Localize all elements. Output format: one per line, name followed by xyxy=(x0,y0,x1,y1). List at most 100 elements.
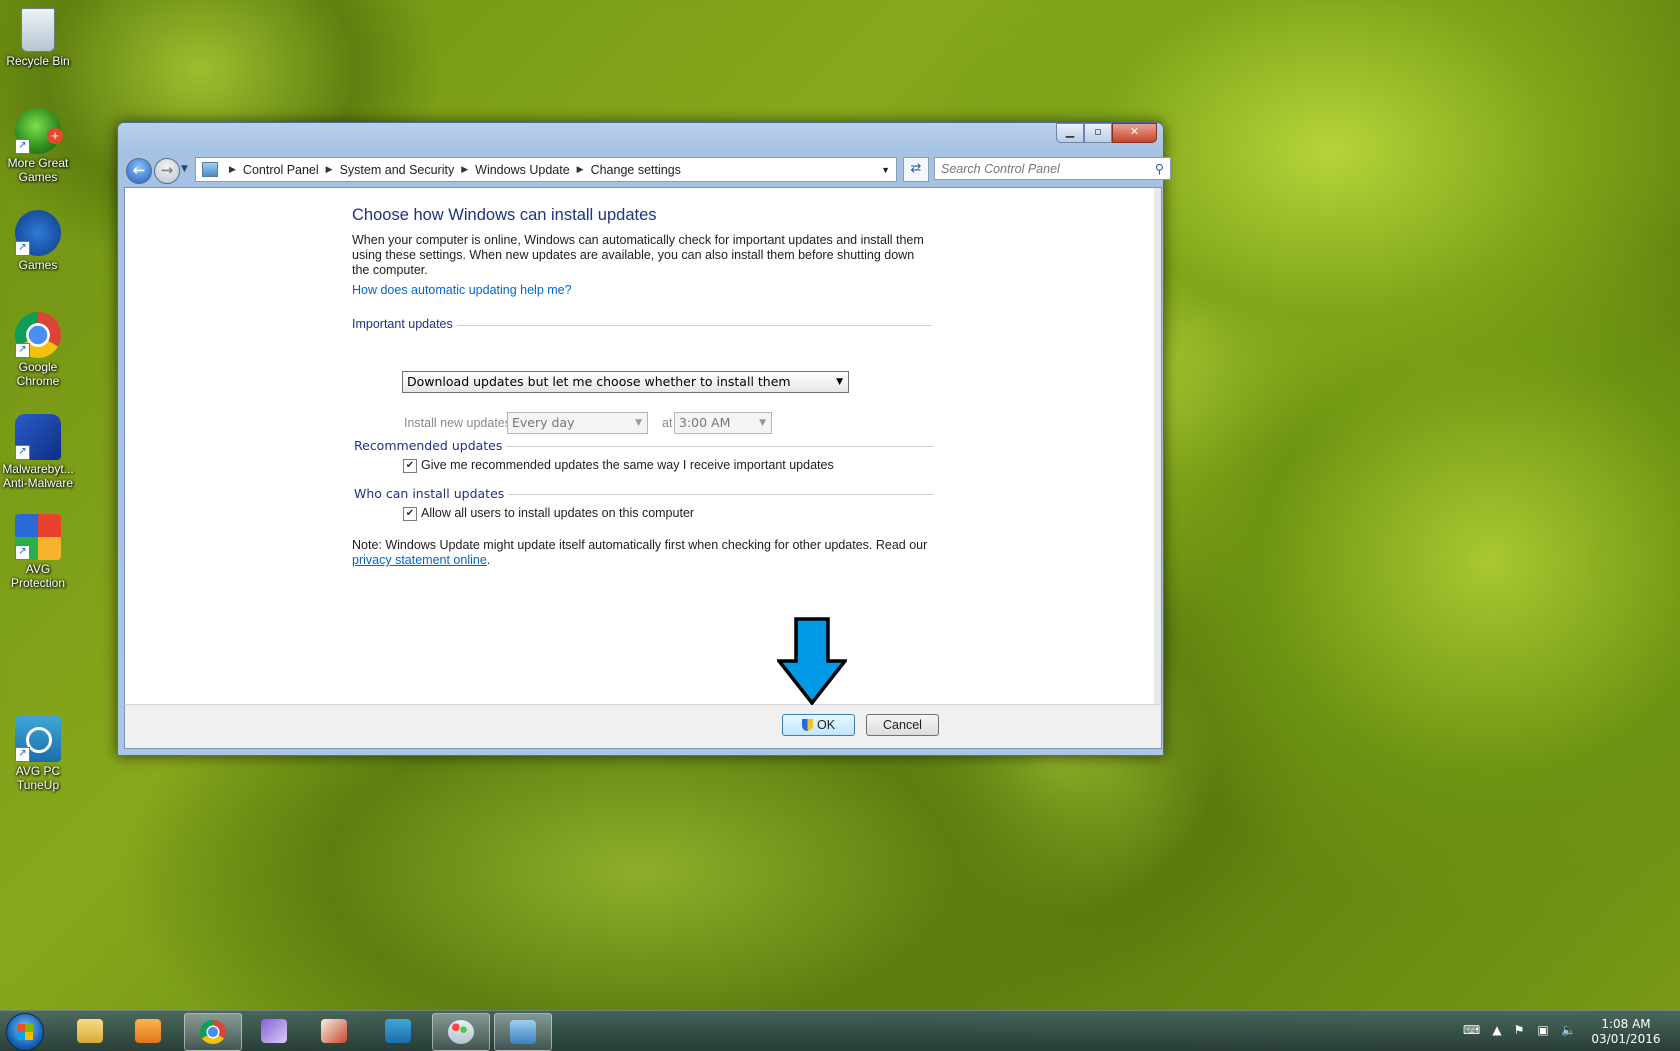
annotation-arrow xyxy=(777,617,847,705)
control-panel-icon xyxy=(202,162,218,177)
desktop-icon-label: AVG Protection xyxy=(10,562,66,590)
search-input[interactable]: Search Control Panel ⚲ xyxy=(934,157,1171,180)
desktop-icon-games[interactable]: ↗ Games xyxy=(0,210,76,272)
search-icon: ⚲ xyxy=(1154,162,1164,176)
clock-date: 03/01/2016 xyxy=(1591,1032,1661,1046)
plus-badge-icon: + xyxy=(47,128,63,144)
show-hidden-icons-button[interactable]: ▲ xyxy=(1490,1023,1504,1037)
action-center-flag-icon[interactable]: ⚑ xyxy=(1512,1023,1526,1037)
important-updates-value: Download updates but let me choose wheth… xyxy=(407,374,791,389)
install-day-select: Every day ▼ xyxy=(507,412,648,434)
ok-button[interactable]: OK xyxy=(782,714,855,736)
navigation-bar: ← → ▼ ▶ Control Panel ▶ System and Secur… xyxy=(126,157,1171,184)
start-button[interactable] xyxy=(6,1013,44,1051)
taskbar-avg-tuneup[interactable] xyxy=(370,1013,426,1049)
content-pane: Choose how Windows can install updates W… xyxy=(124,187,1162,705)
shortcut-arrow-icon: ↗ xyxy=(15,545,30,560)
recommended-updates-label[interactable]: Give me recommended updates the same way… xyxy=(421,458,834,472)
recommended-updates-checkbox[interactable]: ✔ xyxy=(403,459,417,473)
help-link[interactable]: How does automatic updating help me? xyxy=(352,283,932,297)
search-placeholder: Search Control Panel xyxy=(941,162,1060,176)
taskbar-explorer[interactable] xyxy=(62,1013,118,1049)
keyboard-icon[interactable]: ⌨ xyxy=(1463,1023,1480,1037)
address-dropdown-icon[interactable]: ▼ xyxy=(881,165,890,175)
taskbar-chrome[interactable] xyxy=(184,1013,242,1051)
checkmark-icon: ✔ xyxy=(405,460,415,471)
chevron-down-icon: ▼ xyxy=(836,377,843,387)
taskbar-solitaire[interactable] xyxy=(246,1013,302,1049)
taskbar-control-panel[interactable] xyxy=(494,1013,552,1051)
desktop-icon-label: Malwarebyt... Anti-Malware xyxy=(2,462,74,490)
network-icon[interactable]: ▣ xyxy=(1536,1023,1550,1037)
minimize-button[interactable]: ▁ xyxy=(1056,123,1084,143)
refresh-button[interactable]: ⇄ xyxy=(903,157,929,182)
control-panel-window: ▁ ▫ ✕ ← → ▼ ▶ Control Panel ▶ System and… xyxy=(117,122,1171,756)
paint-icon xyxy=(448,1020,474,1044)
allow-all-users-checkbox[interactable]: ✔ xyxy=(403,507,417,521)
taskbar-media-player[interactable] xyxy=(120,1013,176,1049)
recommended-updates-group: Recommended updates xyxy=(354,438,934,453)
taskbar-cards[interactable] xyxy=(306,1013,362,1049)
note-text-block: Note: Windows Update might update itself… xyxy=(352,538,942,568)
close-button[interactable]: ✕ xyxy=(1112,123,1157,143)
volume-icon[interactable]: 🔈 xyxy=(1561,1023,1576,1037)
important-updates-group: Important updates xyxy=(352,317,932,331)
allow-all-users-label[interactable]: Allow all users to install updates on th… xyxy=(421,506,694,520)
malwarebytes-icon: ↗ xyxy=(15,414,61,460)
page-title: Choose how Windows can install updates xyxy=(352,206,657,224)
desktop-icon-google-chrome[interactable]: ↗ Google Chrome xyxy=(0,312,76,388)
uac-shield-icon xyxy=(801,719,813,731)
media-player-icon xyxy=(135,1019,161,1043)
install-time-value: 3:00 AM xyxy=(679,415,731,430)
cancel-button[interactable]: Cancel xyxy=(866,714,939,736)
desktop-icon-label: More Great Games xyxy=(7,156,69,184)
shortcut-arrow-icon: ↗ xyxy=(15,343,30,358)
games-frog-icon: ↗ + xyxy=(15,108,63,154)
shortcut-arrow-icon: ↗ xyxy=(15,445,30,460)
taskbar-paint[interactable] xyxy=(432,1013,490,1051)
control-panel-icon xyxy=(510,1020,536,1044)
desktop-icon-malwarebytes[interactable]: ↗ Malwarebyt... Anti-Malware xyxy=(0,414,76,490)
who-can-install-group: Who can install updates xyxy=(354,486,934,501)
address-bar[interactable]: ▶ Control Panel ▶ System and Security ▶ … xyxy=(195,157,897,182)
solitaire-icon xyxy=(261,1019,287,1043)
desktop-icon-avg-tuneup[interactable]: ↗ AVG PC TuneUp xyxy=(0,716,76,792)
desktop-icon-recycle-bin[interactable]: Recycle Bin xyxy=(0,8,76,68)
who-can-install-heading: Who can install updates xyxy=(354,486,509,501)
desktop-icon-more-great-games[interactable]: ↗ + More Great Games xyxy=(0,108,76,184)
big-fish-games-icon: ↗ xyxy=(15,210,61,256)
refresh-icon: ⇄ xyxy=(910,161,922,176)
down-arrow-icon xyxy=(777,617,847,705)
privacy-statement-link[interactable]: privacy statement online xyxy=(352,553,487,567)
clock-time: 1:08 AM xyxy=(1601,1017,1651,1031)
shortcut-arrow-icon: ↗ xyxy=(15,139,30,154)
chevron-down-icon: ▼ xyxy=(635,418,642,428)
shortcut-arrow-icon: ↗ xyxy=(15,241,30,256)
avg-tuneup-icon xyxy=(385,1019,411,1043)
back-button[interactable]: ← xyxy=(126,158,152,184)
breadcrumb-windows-update[interactable]: Windows Update xyxy=(475,163,570,177)
recent-pages-dropdown[interactable]: ▼ xyxy=(181,164,188,174)
breadcrumb-control-panel[interactable]: Control Panel xyxy=(243,163,319,177)
install-day-value: Every day xyxy=(512,415,575,430)
scrollbar[interactable] xyxy=(1154,188,1161,704)
desktop-icon-avg-protection[interactable]: ↗ AVG Protection xyxy=(0,514,76,590)
checkmark-icon: ✔ xyxy=(405,508,415,519)
breadcrumb-change-settings[interactable]: Change settings xyxy=(591,163,681,177)
chrome-icon: ↗ xyxy=(15,312,61,358)
shortcut-arrow-icon: ↗ xyxy=(15,747,30,762)
important-updates-select[interactable]: Download updates but let me choose wheth… xyxy=(402,371,849,393)
maximize-button[interactable]: ▫ xyxy=(1084,123,1112,143)
recommended-updates-heading: Recommended updates xyxy=(354,438,507,453)
breadcrumb-separator-icon[interactable]: ▶ xyxy=(461,164,468,175)
cards-icon xyxy=(321,1019,347,1043)
breadcrumb-separator-icon[interactable]: ▶ xyxy=(577,164,584,175)
forward-button[interactable]: → xyxy=(154,158,180,184)
at-label: at xyxy=(662,416,673,430)
breadcrumb-separator-icon[interactable]: ▶ xyxy=(326,164,333,175)
explorer-icon xyxy=(77,1019,103,1043)
install-time-select: 3:00 AM ▼ xyxy=(674,412,772,434)
system-clock[interactable]: 1:08 AM 03/01/2016 xyxy=(1586,1017,1666,1047)
install-new-updates-label: Install new updates: xyxy=(404,416,515,430)
breadcrumb-system-and-security[interactable]: System and Security xyxy=(340,163,455,177)
